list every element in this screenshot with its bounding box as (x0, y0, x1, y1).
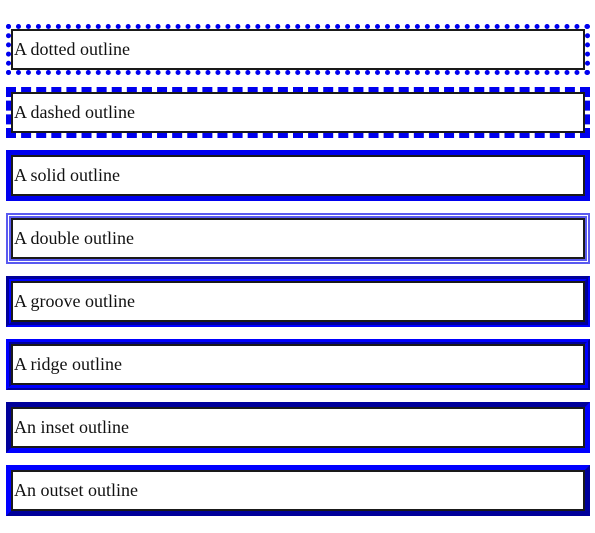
groove-outline-box: A groove outline (6, 276, 590, 327)
ridge-outline-box: A ridge outline (6, 339, 590, 390)
box-label: An outset outline (14, 480, 138, 500)
box-label: A solid outline (14, 165, 121, 185)
box-label: A dotted outline (14, 39, 130, 59)
outset-outline-box: An outset outline (6, 465, 590, 516)
dotted-outline-box: A dotted outline (6, 24, 590, 75)
solid-outline-box: A solid outline (6, 150, 590, 201)
dashed-outline-box: A dashed outline (6, 87, 590, 138)
box-label: An inset outline (14, 417, 129, 437)
box-label: A double outline (14, 228, 134, 248)
box-label: A ridge outline (14, 354, 122, 374)
box-label: A dashed outline (14, 102, 135, 122)
outline-examples-list: A dotted outline A dashed outline A soli… (6, 11, 590, 533)
inset-outline-box: An inset outline (6, 402, 590, 453)
double-outline-box: A double outline (6, 213, 590, 264)
box-label: A groove outline (14, 291, 135, 311)
